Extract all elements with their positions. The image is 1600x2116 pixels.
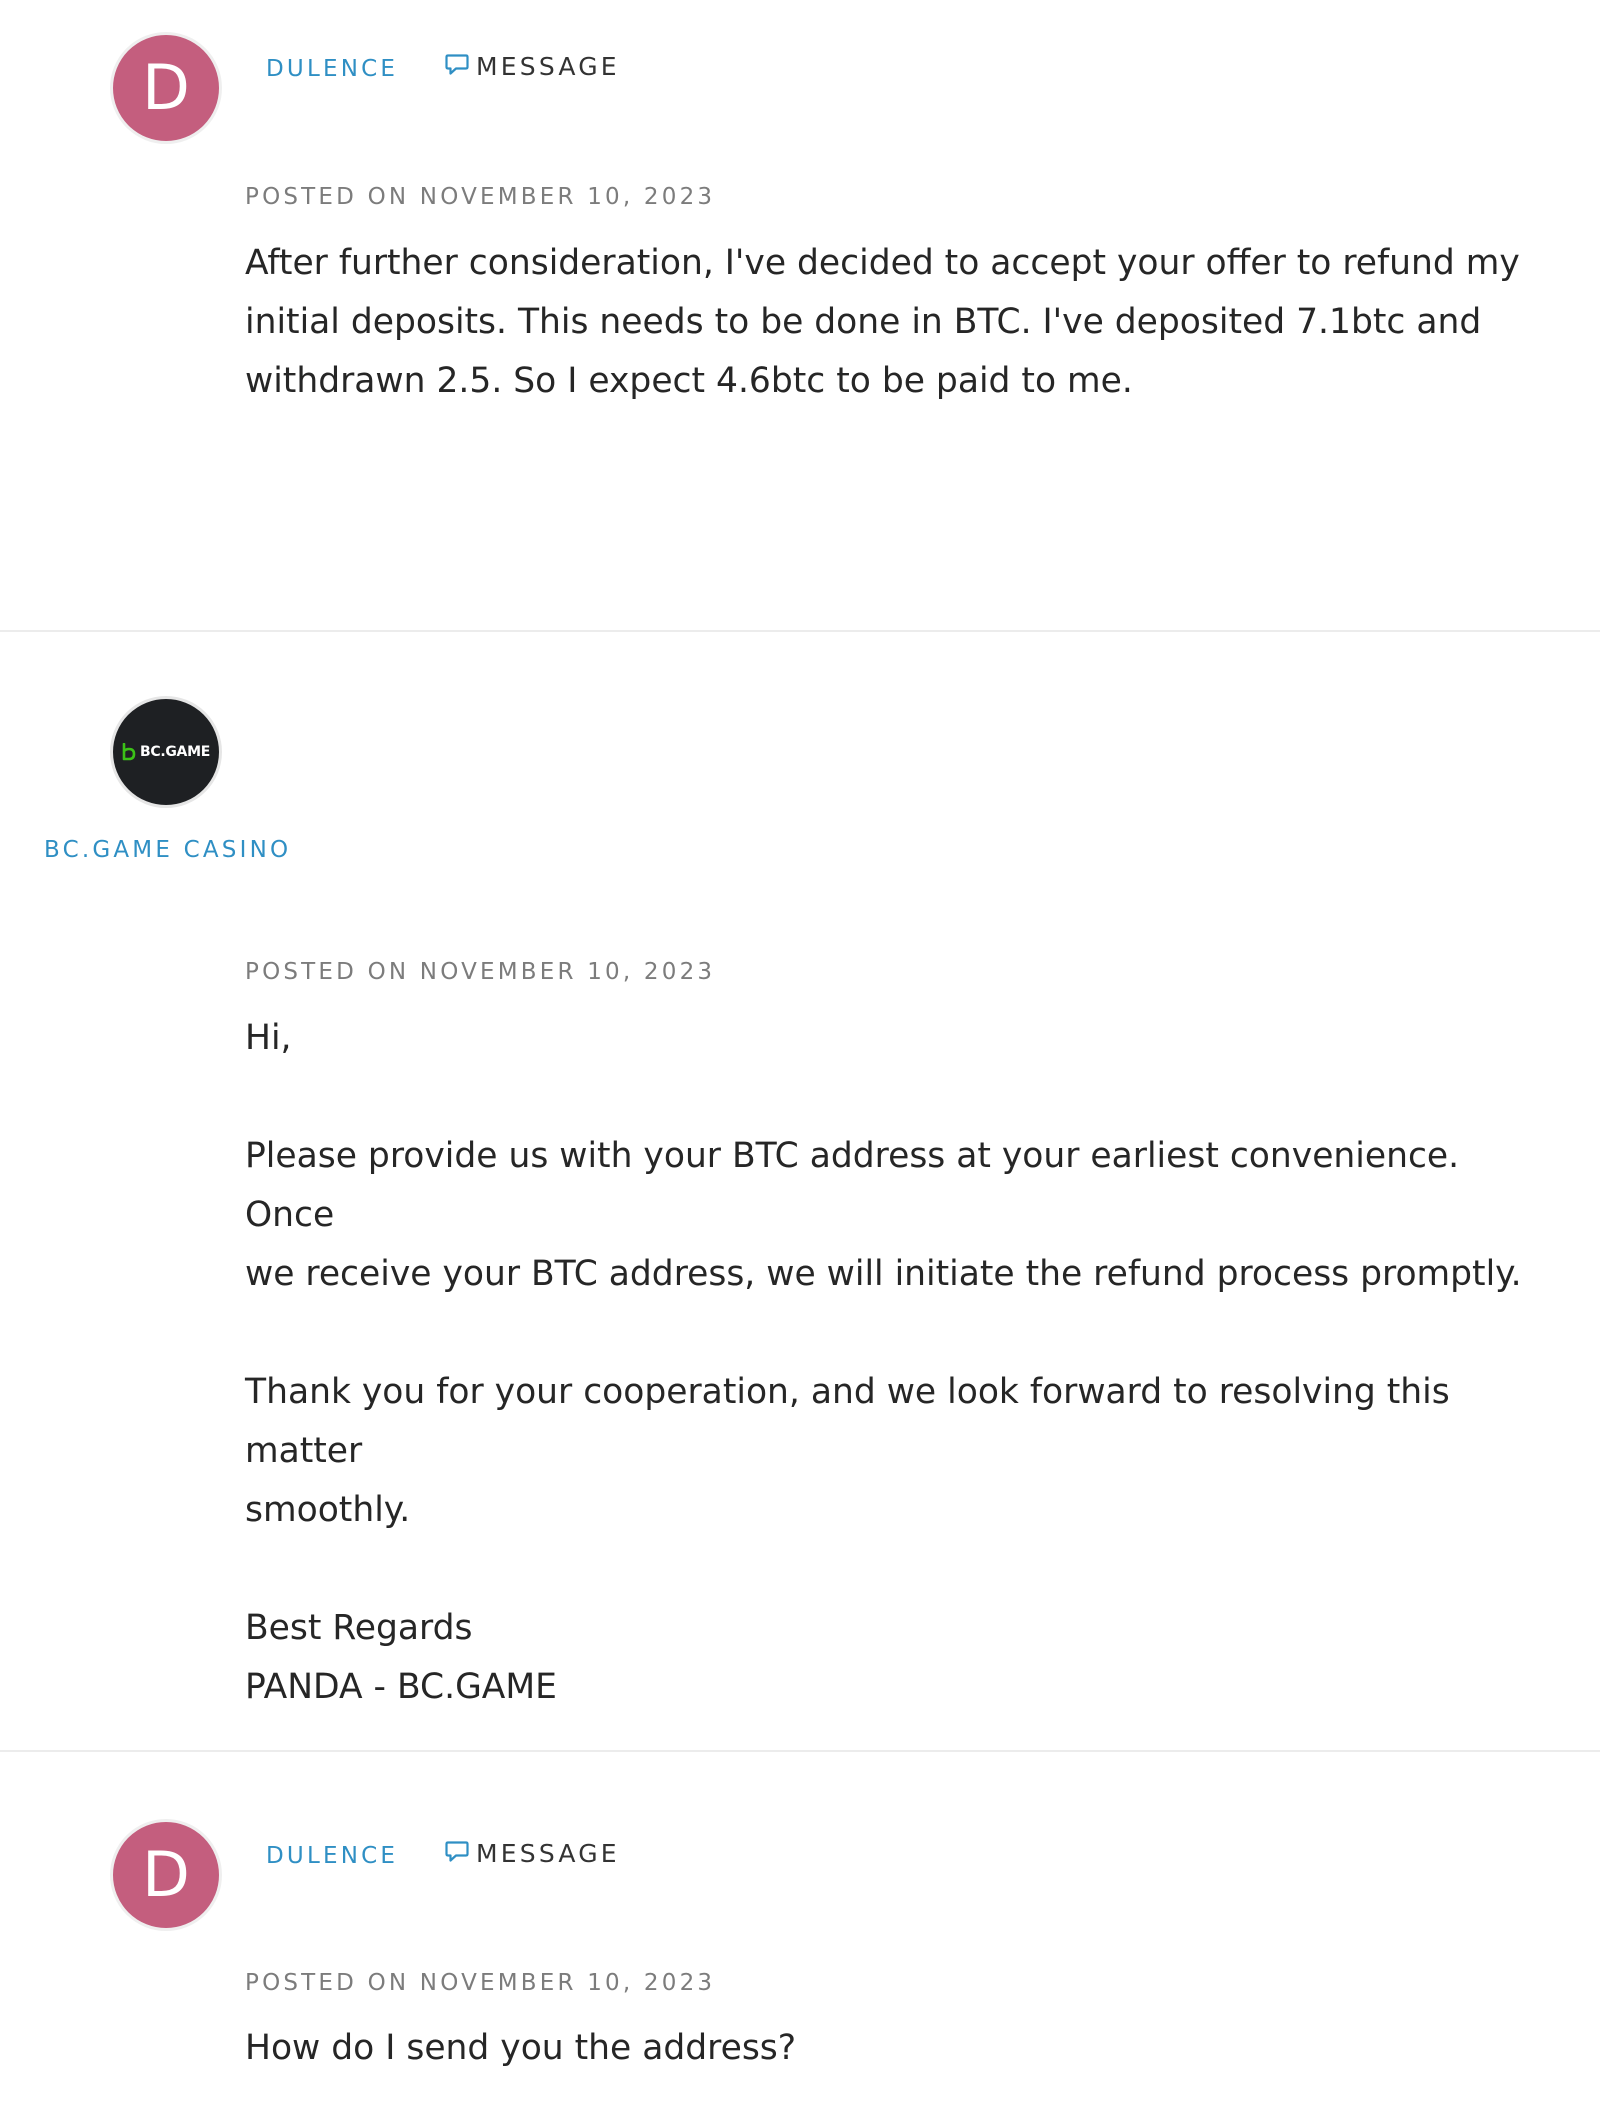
body-line: initial deposits. This needs to be done …: [245, 302, 1482, 342]
avatar-letter: D: [142, 1838, 190, 1911]
user-avatar[interactable]: D: [110, 1819, 222, 1931]
author-link[interactable]: DULENCE: [266, 1843, 398, 1869]
post-body: How do I send you the address?: [245, 2019, 1545, 2078]
body-line: Please provide us with your BTC address …: [245, 1136, 1471, 1235]
chat-bubble-icon: [445, 1840, 469, 1862]
comment-post: BC.GAME BC.GAME CASINO POSTED ON NOVEMBE…: [0, 632, 1600, 1751]
body-line: After further consideration, I've decide…: [245, 243, 1520, 283]
body-line: withdrawn 2.5. So I expect 4.6btc to be …: [245, 361, 1133, 401]
user-avatar[interactable]: D: [110, 32, 222, 144]
body-line: Thank you for your cooperation, and we l…: [245, 1372, 1461, 1471]
chat-bubble-icon: [445, 53, 469, 75]
bcgame-b-icon: [122, 743, 136, 761]
message-button[interactable]: MESSAGE: [444, 1839, 620, 1868]
bcgame-logo: BC.GAME: [122, 743, 210, 761]
avatar-letter: D: [142, 51, 190, 124]
author-link[interactable]: BC.GAME CASINO: [44, 837, 291, 863]
post-body: After further consideration, I've decide…: [245, 234, 1545, 411]
author-link[interactable]: DULENCE: [266, 56, 398, 82]
body-line: smoothly.: [245, 1490, 411, 1530]
body-signoff: Best Regards: [245, 1608, 473, 1648]
body-greeting: Hi,: [245, 1018, 292, 1058]
body-signature: PANDA - BC.GAME: [245, 1667, 557, 1707]
message-button[interactable]: MESSAGE: [444, 52, 620, 81]
message-label: MESSAGE: [476, 52, 620, 81]
body-line: we receive your BTC address, we will ini…: [245, 1254, 1522, 1294]
post-date: POSTED ON NOVEMBER 10, 2023: [245, 959, 716, 985]
comment-post: D DULENCE MESSAGE POSTED ON NOVEMBER 10,…: [0, 0, 1600, 630]
casino-avatar[interactable]: BC.GAME: [110, 696, 222, 808]
logo-text: BC.GAME: [140, 744, 210, 760]
comment-post: D DULENCE MESSAGE POSTED ON NOVEMBER 10,…: [0, 1752, 1600, 2116]
post-body: Hi, Please provide us with your BTC addr…: [245, 1009, 1545, 1717]
post-date: POSTED ON NOVEMBER 10, 2023: [245, 1970, 716, 1996]
body-line: How do I send you the address?: [245, 2028, 797, 2068]
post-date: POSTED ON NOVEMBER 10, 2023: [245, 184, 716, 210]
message-label: MESSAGE: [476, 1839, 620, 1868]
